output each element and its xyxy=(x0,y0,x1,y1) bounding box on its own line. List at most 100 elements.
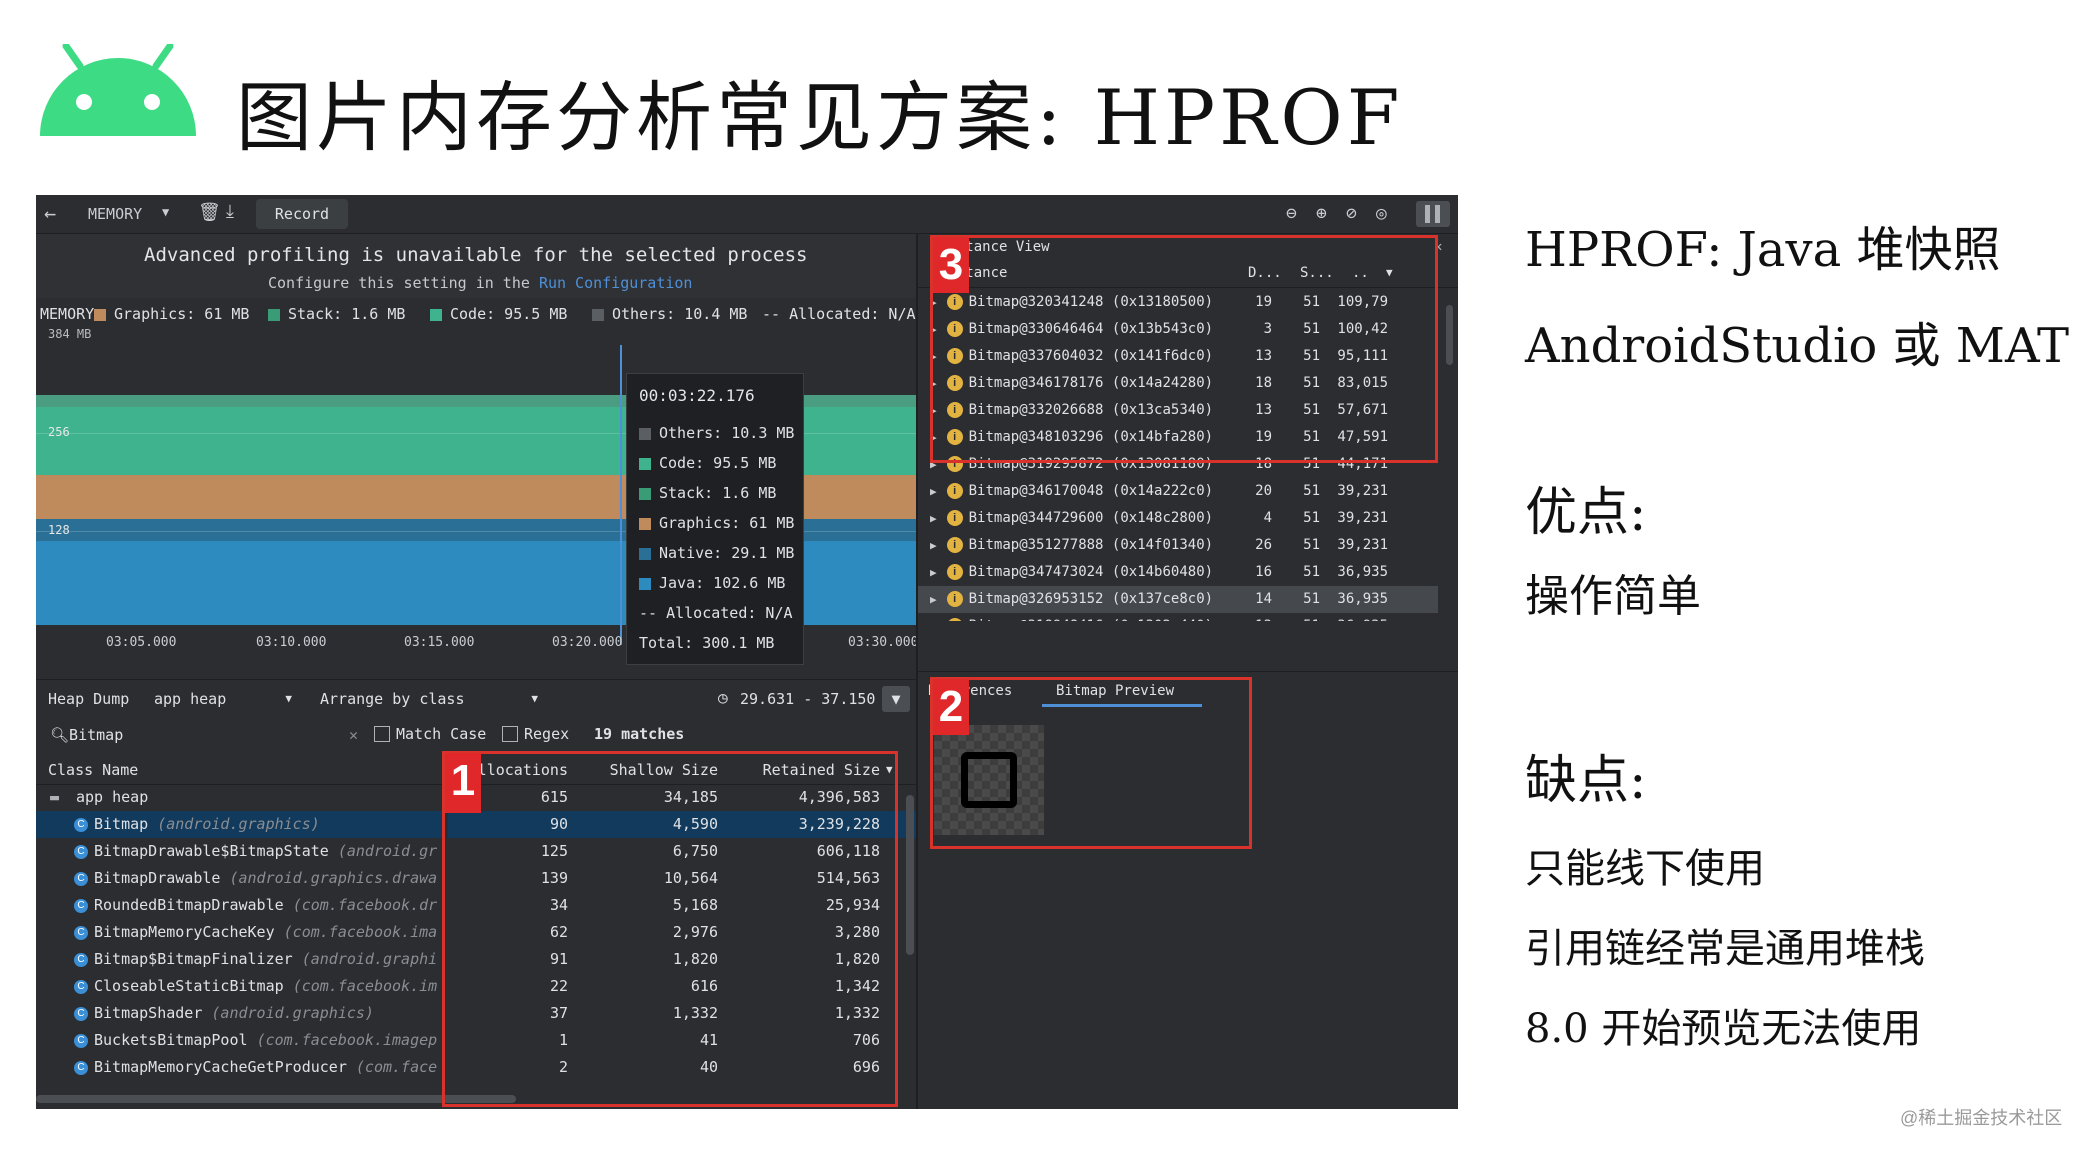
expand-arrow-icon[interactable]: ▶ xyxy=(930,505,937,532)
search-input[interactable]: 🔍︎Bitmap ✕ xyxy=(44,721,366,749)
trash-icon[interactable]: 🗑 xyxy=(198,202,221,223)
section-label: MEMORY xyxy=(88,205,143,223)
depth-cell: 13 xyxy=(1228,613,1272,621)
class-name-cell: C BitmapMemoryCacheKey (com.facebook.ima xyxy=(74,919,437,946)
watermark: @稀土掘金技术社区 xyxy=(1900,1108,2063,1128)
filter-button[interactable]: ▼ xyxy=(882,686,910,712)
instance-name: Bitmap@344729600 (0x148c2800) xyxy=(968,510,1214,526)
live-icon[interactable]: ◎ xyxy=(1376,203,1387,224)
instance-name-cell: ▶ i Bitmap@347473024 (0x14b60480) xyxy=(930,559,1213,586)
y-axis-128: 128 xyxy=(48,523,70,537)
time-tick: 03:10.000 xyxy=(256,635,327,650)
profiler-toolbar: ← MEMORY ▼ 🗑 ⤓ Record ⊖ ⊕ ⊘ ◎ xyxy=(36,195,1458,234)
time-cursor-line[interactable] xyxy=(620,345,622,645)
run-configuration-link[interactable]: Run Configuration xyxy=(539,274,693,292)
instance-row[interactable]: ▶ i Bitmap@318948416 (0x1302c440) 13 51 36,93… xyxy=(918,613,1438,621)
heap-select[interactable]: app heap ▼ xyxy=(148,686,300,712)
regex-checkbox[interactable] xyxy=(502,726,518,742)
chart-tooltip: 00:03:22.176 Others: 10.3 MB Code: 95.5 … xyxy=(626,373,804,665)
tooltip-items: Others: 10.3 MB Code: 95.5 MB Stack: 1.6… xyxy=(639,418,799,658)
class-icon: C xyxy=(74,1060,88,1075)
class-package: (android.gr xyxy=(337,842,438,860)
instance-name-cell: ▶ i Bitmap@346170048 (0x14a222c0) xyxy=(930,478,1213,505)
instance-row[interactable]: ▶ i Bitmap@344729600 (0x148c2800) 4 51 39,231 xyxy=(918,505,1438,532)
cons-item: 8.0 开始预览无法使用 xyxy=(1525,1006,1922,1052)
expand-arrow-icon[interactable]: ▶ xyxy=(930,613,937,621)
save-icon[interactable]: ⤓ xyxy=(226,201,234,222)
highlight-box-3 xyxy=(930,235,1438,463)
instance-name: Bitmap@347473024 (0x14b60480) xyxy=(968,564,1214,580)
expand-arrow-icon[interactable]: ▶ xyxy=(930,586,937,613)
instance-row[interactable]: ▶ i Bitmap@347473024 (0x14b60480) 16 51 36,93… xyxy=(918,559,1438,586)
retained-cell: 36,935 xyxy=(1337,564,1388,580)
pause-button[interactable] xyxy=(1416,201,1450,227)
class-icon: C xyxy=(74,925,88,940)
record-button[interactable]: Record xyxy=(256,199,348,229)
back-arrow-icon[interactable]: ← xyxy=(44,201,56,225)
arrange-select-value: Arrange by class xyxy=(320,690,465,708)
tooltip-item-label: Others: 10.3 MB xyxy=(659,424,795,442)
class-name: Bitmap xyxy=(94,815,149,833)
zoom-in-icon[interactable]: ⊕ xyxy=(1316,203,1327,224)
reset-zoom-icon[interactable]: ⊘ xyxy=(1346,203,1357,224)
class-name-cell: C CloseableStaticBitmap (com.facebook.im xyxy=(74,973,437,1000)
tooltip-time: 00:03:22.176 xyxy=(639,386,755,405)
expand-arrow-icon[interactable]: ▶ xyxy=(930,478,937,505)
instance-name-cell: ▶ i Bitmap@318948416 (0x1302c440) xyxy=(930,613,1213,621)
instance-row[interactable]: ▶ i Bitmap@346170048 (0x14a222c0) 20 51 39,23… xyxy=(918,478,1438,505)
vertical-scrollbar[interactable] xyxy=(906,795,914,955)
class-icon: C xyxy=(74,1033,88,1048)
arrange-select[interactable]: Arrange by class ▼ xyxy=(314,686,546,712)
class-icon: C xyxy=(74,871,88,886)
instance-row[interactable]: ▶ i Bitmap@326953152 (0x137ce8c0) 14 51 36,93… xyxy=(918,586,1438,613)
class-name: CloseableStaticBitmap xyxy=(94,977,284,995)
search-row: 🔍︎Bitmap ✕ Match Case Regex 19 matches xyxy=(36,717,916,753)
matches-count: 19 matches xyxy=(594,725,685,743)
legend-code-label: Code: 95.5 MB xyxy=(450,305,568,323)
clear-icon[interactable]: ✕ xyxy=(349,721,358,749)
class-package: (com.facebook.ima xyxy=(283,923,438,941)
tools-description: AndroidStudio 或 MAT xyxy=(1525,318,2070,374)
match-case-checkbox[interactable] xyxy=(374,726,390,742)
profiling-banner: Advanced profiling is unavailable for th… xyxy=(36,234,916,298)
y-axis-256: 256 xyxy=(48,425,70,439)
legend-stack-label: Stack: 1.6 MB xyxy=(288,305,406,323)
slide-title: 图片内存分析常见方案: HPROF xyxy=(236,73,1404,162)
instance-name: Bitmap@318948416 (0x1302c440) xyxy=(969,618,1213,621)
time-tick: 03:15.000 xyxy=(404,635,475,650)
badge-2: 2 xyxy=(933,679,969,735)
chevron-down-icon[interactable]: ▼ xyxy=(162,205,169,219)
clock-icon: ◷ xyxy=(718,688,728,707)
legend-graphics-label: Graphics: 61 MB xyxy=(114,305,250,323)
class-name-cell: C Bitmap$BitmapFinalizer (android.graphi xyxy=(74,946,437,973)
class-icon: C xyxy=(74,898,88,913)
time-tick: 03:05.000 xyxy=(106,635,177,650)
instance-scrollbar[interactable] xyxy=(1446,305,1453,365)
tooltip-item-label: Java: 102.6 MB xyxy=(659,574,786,592)
tooltip-item-label: Graphics: 61 MB xyxy=(659,514,795,532)
expand-arrow-icon[interactable]: ▶ xyxy=(930,559,937,586)
tooltip-allocated: -- Allocated: N/A xyxy=(639,604,793,622)
zoom-out-icon[interactable]: ⊖ xyxy=(1286,203,1297,224)
instance-row[interactable]: ▶ i Bitmap@351277888 (0x14f01340) 26 51 39,23… xyxy=(918,532,1438,559)
legend-others-label: Others: 10.4 MB xyxy=(612,305,748,323)
shallow-cell: 51 xyxy=(1303,591,1320,607)
retained-cell: 39,231 xyxy=(1337,510,1388,526)
banner-config-text: Configure this setting in the xyxy=(268,274,539,292)
col-class-name[interactable]: Class Name xyxy=(48,756,138,784)
instance-name-cell: ▶ i Bitmap@351277888 (0x14f01340) xyxy=(930,532,1213,559)
heap-dump-label: Heap Dump xyxy=(48,690,130,708)
retained-cell: 36,935 xyxy=(1337,591,1388,607)
expand-arrow-icon[interactable]: ▶ xyxy=(930,532,937,559)
instance-name: Bitmap@346170048 (0x14a222c0) xyxy=(968,483,1214,499)
y-axis-max: 384 MB xyxy=(48,327,92,341)
time-tick: 03:30.000 xyxy=(848,635,919,650)
class-icon: C xyxy=(74,817,88,832)
tooltip-item: Others: 10.3 MB xyxy=(639,418,799,448)
search-icon: 🔍︎ xyxy=(50,726,70,744)
class-name: BitmapMemoryCacheGetProducer xyxy=(94,1058,347,1076)
heap-toolbar: Heap Dump app heap ▼ Arrange by class ▼ … xyxy=(36,679,916,718)
tooltip-item: Code: 95.5 MB xyxy=(639,448,799,478)
class-package: (android.graphi xyxy=(301,950,438,968)
class-name: RoundedBitmapDrawable xyxy=(94,896,284,914)
